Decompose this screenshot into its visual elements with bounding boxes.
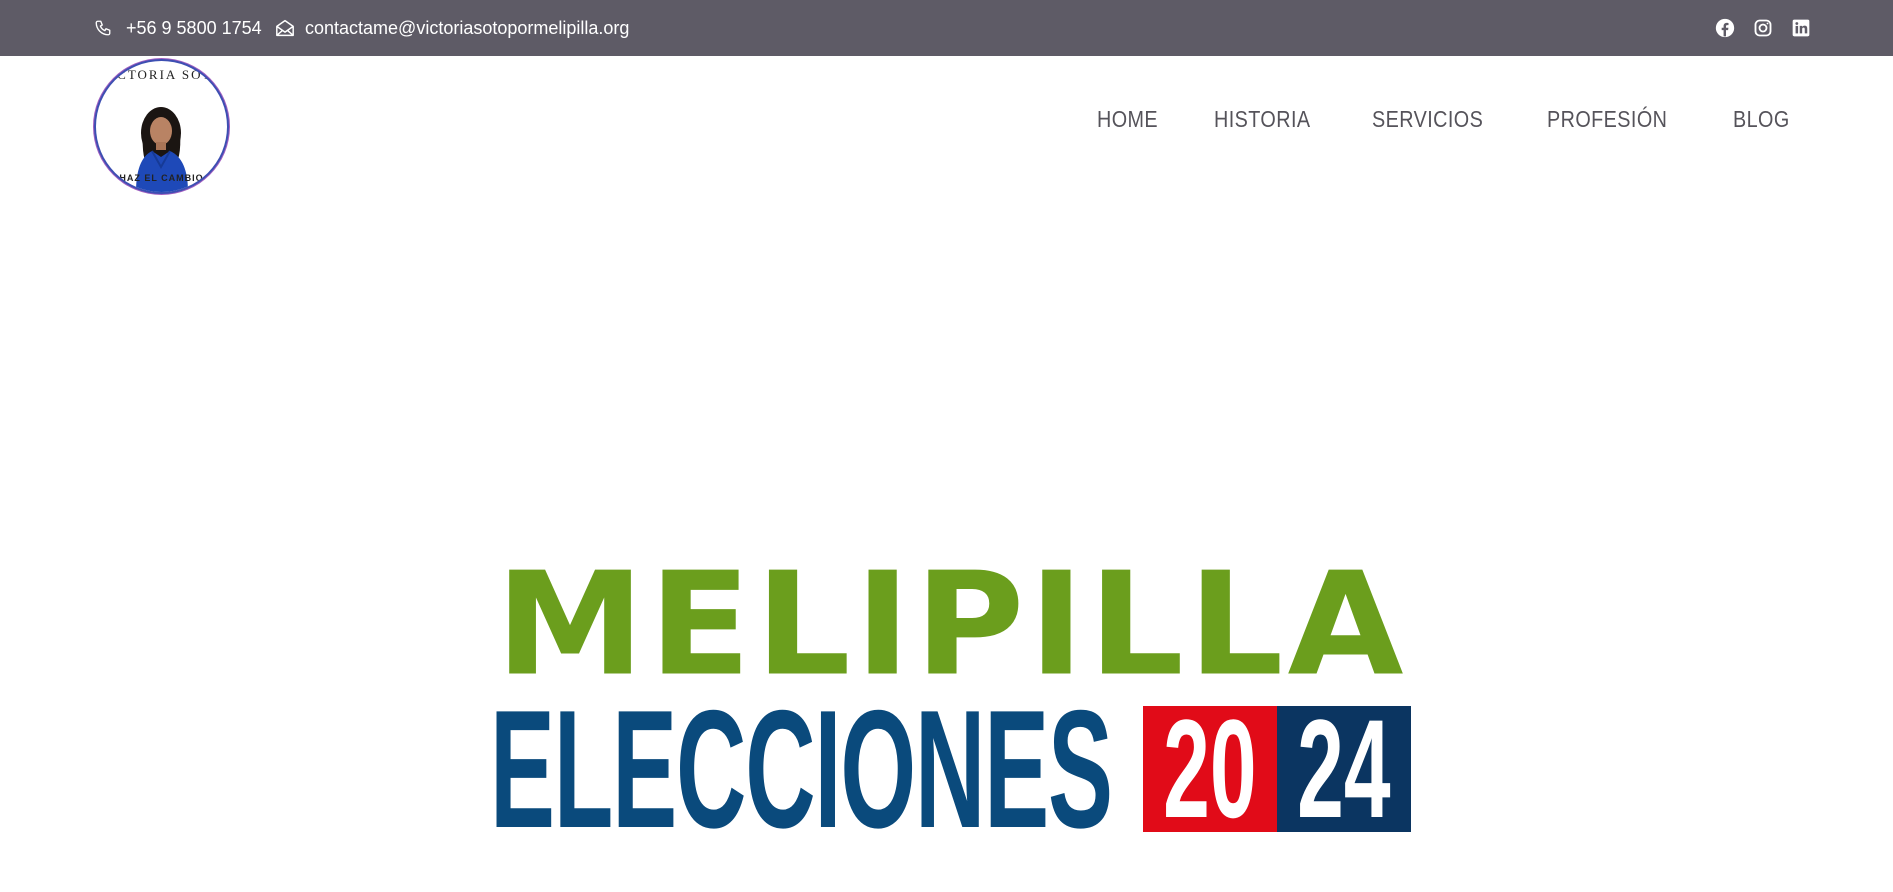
- envelope-open-icon: [275, 19, 295, 37]
- phone-contact[interactable]: +56 9 5800 1754: [94, 0, 262, 56]
- phone-number: +56 9 5800 1754: [126, 17, 262, 38]
- banner-melipilla: MELIPILLA: [495, 542, 1408, 708]
- banner-year: 20 24: [1143, 706, 1411, 832]
- phone-icon: [94, 19, 112, 37]
- logo-tagline: HAZ EL CAMBIO: [119, 173, 204, 183]
- top-bar: +56 9 5800 1754 contactame@victoriasotop…: [0, 0, 1893, 56]
- banner-year-part1-text: 20: [1163, 706, 1257, 832]
- social-links: [1715, 0, 1811, 56]
- nav-item-profesion[interactable]: PROFESIÓN: [1547, 106, 1667, 133]
- banner-year-part2: 24: [1277, 706, 1411, 832]
- linkedin-icon[interactable]: [1791, 18, 1811, 38]
- banner-year-part2-text: 24: [1297, 706, 1391, 832]
- banner-year-part1: 20: [1143, 706, 1277, 832]
- logo-top-text: VICTORIA SOTO: [99, 67, 224, 82]
- nav-item-historia[interactable]: HISTORIA: [1214, 106, 1311, 133]
- elections-banner: MELIPILLA ELECCIONES 20 24: [490, 542, 1413, 832]
- facebook-icon[interactable]: [1715, 18, 1735, 38]
- nav-item-servicios[interactable]: SERVICIOS: [1372, 106, 1483, 133]
- banner-elecciones: ELECCIONES: [490, 706, 1143, 832]
- email-address: contactame@victoriasotopormelipilla.org: [305, 17, 630, 38]
- banner-elections-row: ELECCIONES 20 24: [490, 706, 1413, 832]
- banner-elecciones-text: ELECCIONES: [490, 706, 1113, 832]
- main-nav: HOME HISTORIA SERVICIOS PROFESIÓN BLOG: [1097, 106, 1799, 133]
- email-contact[interactable]: contactame@victoriasotopormelipilla.org: [275, 0, 629, 56]
- nav-item-home[interactable]: HOME: [1097, 106, 1158, 133]
- instagram-icon[interactable]: [1753, 18, 1773, 38]
- nav-item-blog[interactable]: BLOG: [1733, 106, 1790, 133]
- site-logo[interactable]: VICTORIA SOTO HAZ EL CAMBIO: [96, 61, 227, 192]
